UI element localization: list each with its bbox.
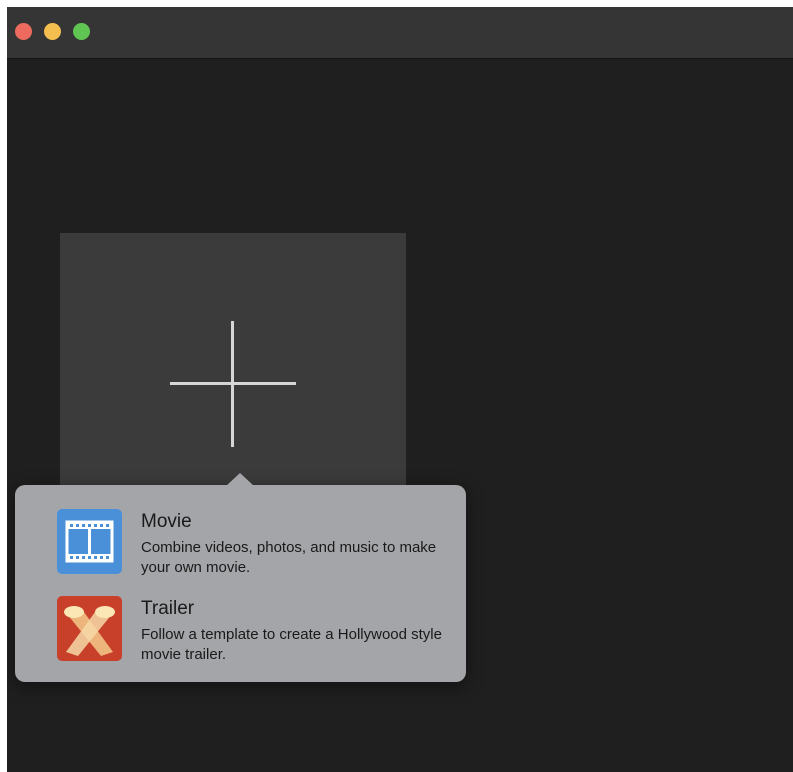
popover-arrow — [226, 473, 254, 486]
title-bar — [7, 7, 793, 59]
app-window: Movie Combine videos, photos, and music … — [7, 7, 793, 772]
create-new-project-tile[interactable] — [60, 233, 406, 495]
film-strip-icon — [57, 509, 122, 574]
zoom-window-button[interactable] — [73, 23, 90, 40]
trailer-option-title: Trailer — [141, 598, 195, 619]
plus-icon-vertical-stroke — [231, 321, 234, 447]
movie-option[interactable]: Movie Combine videos, photos, and music … — [15, 505, 466, 585]
movie-option-description: Combine videos, photos, and music to mak… — [141, 539, 437, 576]
minimize-window-button[interactable] — [44, 23, 61, 40]
new-project-popover: Movie Combine videos, photos, and music … — [15, 473, 466, 682]
close-window-button[interactable] — [15, 23, 32, 40]
trailer-option-description: Follow a template to create a Hollywood … — [141, 626, 442, 663]
movie-option-title: Movie — [141, 511, 192, 532]
spotlights-icon — [57, 596, 122, 661]
trailer-option[interactable]: Trailer Follow a template to create a Ho… — [15, 592, 466, 672]
